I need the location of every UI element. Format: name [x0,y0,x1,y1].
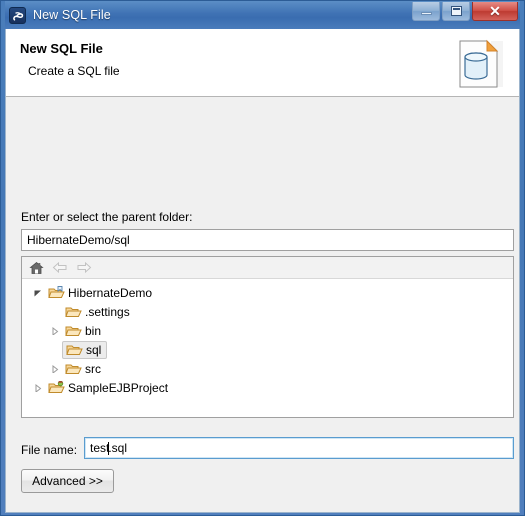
tree-item-label: SampleEJBProject [68,380,169,395]
back-arrow-icon[interactable] [51,259,69,277]
tree-item-label: sql [86,342,102,357]
minimize-icon [420,12,432,15]
maximize-icon [450,6,462,16]
window-title: New SQL File [33,8,111,22]
close-button[interactable]: ✕ [472,2,518,21]
sql-file-icon [447,33,509,95]
file-name-label: File name: [21,443,78,457]
parent-folder-label: Enter or select the parent folder: [21,210,193,224]
file-name-value-after: .sql [108,441,128,455]
tree-item-label: bin [85,323,102,338]
twisty-expanded-icon[interactable] [30,289,45,297]
dialog-client: New SQL File Create a SQL file Enter or … [5,29,520,513]
folder-tree[interactable]: HibernateDemo .settings bin sql src Samp… [22,279,513,397]
twisty-collapsed-icon[interactable] [47,364,62,373]
parent-folder-value: HibernateDemo/sql [27,233,130,247]
forward-arrow-icon[interactable] [75,259,93,277]
dialog-window: New SQL File ✕ New SQL File Create a SQL… [0,0,525,516]
tree-item-label: HibernateDemo [68,285,153,300]
tree-item-label: src [85,361,101,376]
close-icon: ✕ [489,3,501,19]
folder-icon [64,304,82,320]
folder-tree-panel[interactable]: HibernateDemo .settings bin sql src Samp… [21,256,514,418]
advanced-button[interactable]: Advanced >> [21,469,114,493]
ejb-project-folder-icon [47,380,65,396]
home-icon[interactable] [27,259,45,277]
file-name-value-before: test [90,441,110,455]
hibernate-icon [9,6,26,24]
tree-item-sql[interactable]: sql [22,340,513,359]
tree-item-label: .settings [85,304,130,319]
folder-icon [64,323,82,339]
wizard-banner: New SQL File Create a SQL file [6,29,519,97]
title-bar[interactable]: New SQL File ✕ [5,1,520,29]
tree-item-bin[interactable]: bin [22,321,513,340]
maximize-button[interactable] [442,2,470,21]
page-title: New SQL File [20,41,103,56]
file-name-input[interactable]: test .sql [84,437,514,459]
page-subtitle: Create a SQL file [28,64,120,78]
tree-toolbar [22,257,513,279]
tree-item-settings[interactable]: .settings [22,302,513,321]
twisty-collapsed-icon[interactable] [30,383,45,392]
tree-item-src[interactable]: src [22,359,513,378]
minimize-button[interactable] [412,2,440,21]
tree-item-sampleejbproject[interactable]: SampleEJBProject [22,378,513,397]
folder-icon [65,342,83,358]
twisty-collapsed-icon[interactable] [47,326,62,335]
folder-icon [64,361,82,377]
tree-item-hibernatedemo[interactable]: HibernateDemo [22,283,513,302]
window-controls: ✕ [412,2,518,21]
project-folder-icon [47,285,65,301]
parent-folder-input[interactable]: HibernateDemo/sql [21,229,514,251]
